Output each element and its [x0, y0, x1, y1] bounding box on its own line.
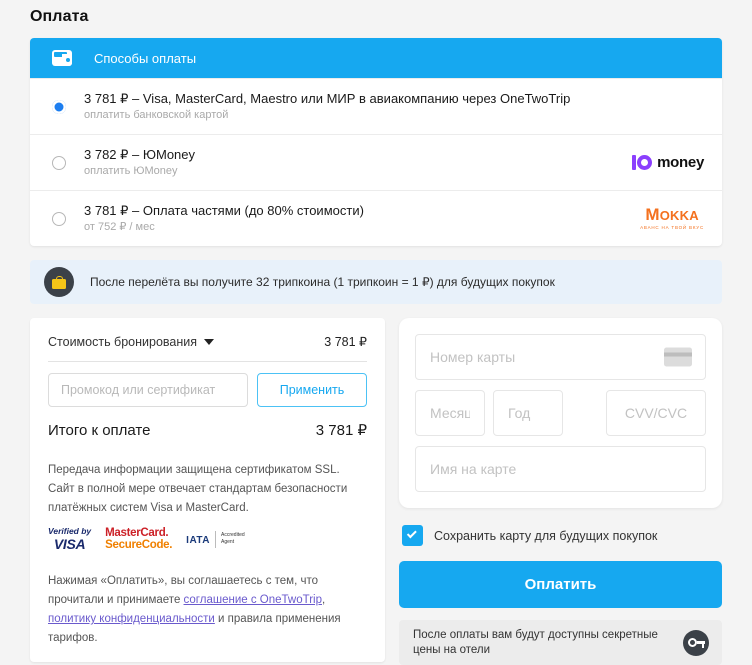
onetwotrip-agreement-link[interactable]: соглашение с OneTwoTrip: [184, 594, 322, 606]
booking-cost-value: 3 781 ₽: [324, 335, 367, 349]
mastercard-securecode-icon: MasterCard. SecureCode.: [105, 527, 172, 551]
chevron-down-icon[interactable]: [204, 338, 215, 345]
card-form: [399, 318, 722, 508]
apply-promo-button[interactable]: Применить: [257, 373, 367, 407]
mc-badge-line1: MasterCard.: [105, 527, 169, 539]
privacy-policy-link[interactable]: политику конфиденциальности: [48, 613, 215, 625]
card-number-input[interactable]: [415, 334, 706, 380]
card-expiry-row: [415, 390, 706, 436]
iata-accredited-agent-icon: IATA Accredited Agent: [186, 530, 245, 548]
secret-prices-line2: цены на отели: [413, 643, 491, 656]
summary-divider: [48, 361, 367, 362]
booking-cost-row[interactable]: Стоимость бронирования 3 781 ₽: [48, 334, 367, 350]
ssl-notice: Передача информации защищена сертификато…: [48, 464, 348, 514]
radio-option-card[interactable]: [52, 99, 66, 114]
card-month-input[interactable]: [415, 390, 485, 436]
shopping-bag-icon: [44, 267, 74, 297]
secret-prices-text: После оплаты вам будут доступны секретны…: [413, 628, 658, 658]
secret-prices-banner: После оплаты вам будут доступны секретны…: [399, 620, 722, 665]
tripcoin-banner: После перелёта вы получите 32 трипкоина …: [30, 260, 722, 304]
card-cvv-input[interactable]: [606, 390, 706, 436]
terms-part2: ,: [322, 594, 326, 607]
iata-accredited-line1: Accredited: [221, 532, 245, 539]
option-subtitle: оплатить банковской картой: [84, 109, 229, 121]
order-summary-panel: Стоимость бронирования 3 781 ₽ Применить…: [30, 318, 385, 663]
mokka-tagline: АВАНС НА ТВОЙ ВКУС: [640, 225, 704, 230]
security-badges: Verified by VISA MasterCard. SecureCode.…: [48, 527, 367, 551]
check-icon: [406, 528, 417, 539]
visa-badge-line1: Verified by: [48, 526, 92, 537]
option-subtitle: от 752 ₽ / мес: [84, 221, 155, 233]
payment-methods-title: Способы оплаты: [94, 50, 197, 66]
iata-separator: [215, 530, 217, 548]
total-row: Итого к оплате 3 781 ₽: [48, 421, 367, 439]
payment-option-installments[interactable]: 3 781 ₽ – Оплата частями (до 80% стоимос…: [30, 190, 722, 246]
payment-methods-card: Способы оплаты 3 781 ₽ – Visa, MasterCar…: [30, 38, 722, 246]
radio-option-installments[interactable]: [52, 211, 66, 226]
yoomoney-logo: money: [632, 154, 704, 171]
promo-code-input[interactable]: [48, 373, 248, 407]
checkout-panels: Стоимость бронирования 3 781 ₽ Применить…: [30, 318, 722, 665]
card-number-row: [415, 334, 706, 380]
option-title: 3 781 ₽ – Оплата частями (до 80% стоимос…: [84, 203, 364, 218]
option-subtitle: оплатить ЮMoney: [84, 165, 178, 177]
card-year-input[interactable]: [493, 390, 563, 436]
secret-prices-line1: После оплаты вам будут доступны секретны…: [413, 628, 658, 641]
save-card-row[interactable]: Сохранить карту для будущих покупок: [399, 525, 722, 546]
verified-by-visa-icon: Verified by VISA: [48, 527, 91, 551]
option-title: 3 782 ₽ – ЮMoney: [84, 147, 196, 162]
page-title: Оплата: [30, 8, 89, 25]
payment-option-yoomoney[interactable]: 3 782 ₽ – ЮMoney оплатить ЮMoney money: [30, 134, 722, 190]
payment-page: Оплата Способы оплаты 3 781 ₽ – Visa, Ma…: [0, 0, 752, 665]
booking-cost-label: Стоимость бронирования: [48, 334, 198, 349]
save-card-checkbox[interactable]: [402, 525, 423, 546]
pay-button[interactable]: Оплатить: [399, 561, 722, 608]
yoomoney-wordmark: money: [657, 154, 704, 171]
tripcoin-text: После перелёта вы получите 32 трипкоина …: [90, 275, 555, 289]
visa-badge-line2: VISA: [53, 535, 86, 552]
mokka-wordmark: MOKKA: [645, 205, 699, 224]
booking-cost-label-group[interactable]: Стоимость бронирования: [48, 334, 215, 349]
mc-badge-line2: SecureCode.: [105, 539, 173, 552]
total-value: 3 781 ₽: [315, 422, 367, 439]
terms-text: Нажимая «Оплатить», вы соглашаетесь с те…: [48, 572, 367, 648]
mokka-logo: MOKKA АВАНС НА ТВОЙ ВКУС: [640, 206, 704, 231]
radio-option-yoomoney[interactable]: [52, 155, 66, 170]
iata-accredited-line2: Agent: [221, 539, 235, 546]
save-card-label: Сохранить карту для будущих покупок: [434, 528, 658, 543]
payment-option-card[interactable]: 3 781 ₽ – Visa, MasterCard, Maestro или …: [30, 78, 722, 134]
key-icon: [683, 629, 709, 656]
card-payment-column: Сохранить карту для будущих покупок Опла…: [399, 318, 722, 665]
card-holder-name-input[interactable]: [415, 446, 706, 492]
total-label: Итого к оплате: [48, 422, 151, 439]
wallet-icon: [52, 50, 72, 66]
payment-methods-header: Способы оплаты: [30, 38, 722, 78]
credit-card-icon: [664, 347, 692, 367]
promo-row: Применить: [48, 373, 367, 407]
yoomoney-mark-icon: [632, 155, 653, 170]
option-title: 3 781 ₽ – Visa, MasterCard, Maestro или …: [84, 91, 571, 106]
iata-name: IATA: [186, 535, 211, 547]
